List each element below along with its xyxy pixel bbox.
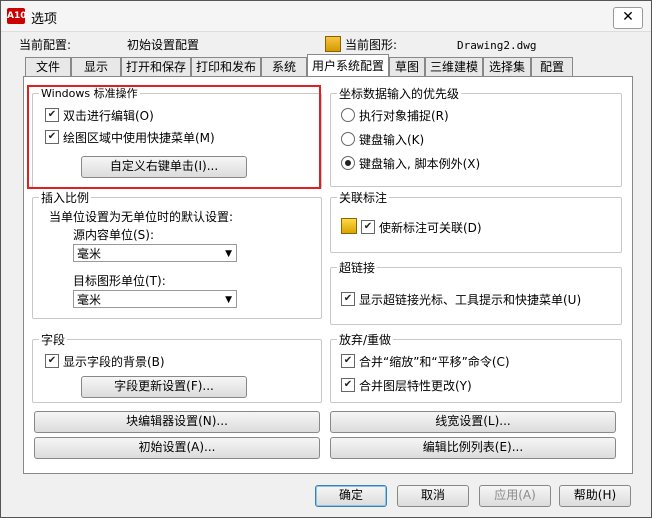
- fields-title: 字段: [39, 331, 68, 348]
- current-drawing-value: Drawing2.dwg: [457, 39, 537, 52]
- undo-redo-group: 放弃/重做 ✔ 合并“缩放”和“平移”命令(C) ✔ 合并图层特性更改(Y): [330, 331, 622, 403]
- close-button[interactable]: ✕: [613, 7, 643, 29]
- radio-running-osnap-label: 执行对象捕捉(R): [359, 109, 449, 123]
- insertion-scale-group: 插入比例 当单位设置为无单位时的默认设置: 源内容单位(S): 毫米 ▼ 目标图…: [32, 189, 322, 319]
- autocad-app-icon: A10: [7, 8, 27, 24]
- coordinate-priority-title: 坐标数据输入的优先级: [337, 85, 462, 102]
- undo-redo-title: 放弃/重做: [337, 331, 394, 348]
- tab-system[interactable]: 系统: [261, 57, 307, 76]
- current-config-label: 当前配置:: [19, 38, 72, 52]
- title-bar: A10 选项 ✕: [1, 1, 651, 32]
- hyperlink-display-label: 显示超链接光标、工具提示和快捷菜单(U): [359, 293, 582, 307]
- source-units-select[interactable]: 毫米 ▼: [73, 244, 237, 262]
- hyperlink-display-checkbox[interactable]: ✔: [341, 292, 355, 306]
- tab-drafting[interactable]: 草图: [389, 57, 425, 76]
- apply-button[interactable]: 应用(A): [479, 485, 551, 507]
- source-units-label: 源内容单位(S):: [73, 228, 155, 242]
- tab-selection[interactable]: 选择集: [483, 57, 531, 76]
- tab-profiles[interactable]: 配置: [531, 57, 573, 76]
- tab-user-preferences[interactable]: 用户系统配置: [307, 54, 389, 76]
- associative-dim-title: 关联标注: [337, 189, 390, 206]
- tab-plot-publish[interactable]: 打印和发布: [191, 57, 261, 76]
- insertion-scale-title: 插入比例: [39, 189, 92, 206]
- radio-keyboard-except-scripts[interactable]: [341, 156, 355, 170]
- radio-keyboard-except-scripts-label: 键盘输入, 脚本例外(X): [359, 157, 481, 171]
- target-units-label: 目标图形单位(T):: [73, 274, 166, 288]
- hyperlink-group: 超链接 ✔ 显示超链接光标、工具提示和快捷菜单(U): [330, 259, 622, 325]
- tab-files[interactable]: 文件: [25, 57, 71, 76]
- field-background-checkbox[interactable]: ✔: [45, 354, 59, 368]
- combine-layer-label: 合并图层特性更改(Y): [359, 379, 472, 393]
- cancel-button[interactable]: 取消: [397, 485, 469, 507]
- combine-zoom-pan-checkbox[interactable]: ✔: [341, 354, 355, 368]
- dimension-icon: [341, 218, 357, 234]
- fields-group: 字段 ✔ 显示字段的背景(B) 字段更新设置(F)...: [32, 331, 322, 403]
- close-icon: ✕: [622, 9, 634, 25]
- radio-running-osnap[interactable]: [341, 108, 355, 122]
- help-button[interactable]: 帮助(H): [559, 485, 631, 507]
- current-config-value: 初始设置配置: [127, 38, 200, 52]
- associative-dim-label: 使新标注可关联(D): [379, 221, 482, 235]
- highlight-box: [27, 85, 321, 189]
- target-units-value: 毫米: [77, 293, 102, 307]
- field-update-settings-button[interactable]: 字段更新设置(F)...: [81, 376, 247, 398]
- insertion-scale-desc: 当单位设置为无单位时的默认设置:: [49, 210, 234, 224]
- drawing-icon: [325, 36, 341, 52]
- hyperlink-title: 超链接: [337, 259, 378, 276]
- current-drawing-label: 当前图形:: [345, 38, 398, 52]
- block-editor-settings-button[interactable]: 块编辑器设置(N)...: [34, 411, 320, 433]
- source-units-value: 毫米: [77, 247, 102, 261]
- initial-setup-button[interactable]: 初始设置(A)...: [34, 437, 320, 459]
- tab-open-save[interactable]: 打开和保存: [121, 57, 191, 76]
- radio-keyboard-entry[interactable]: [341, 132, 355, 146]
- dropdown-arrow-icon: ▼: [225, 249, 232, 259]
- edit-scale-list-button[interactable]: 编辑比例列表(E)...: [330, 437, 616, 459]
- tab-3d-modeling[interactable]: 三维建模: [425, 57, 483, 76]
- window-title: 选项: [31, 12, 58, 27]
- field-background-label: 显示字段的背景(B): [63, 355, 165, 369]
- dropdown-arrow-icon: ▼: [225, 295, 232, 305]
- associative-dim-checkbox[interactable]: ✔: [361, 220, 375, 234]
- tab-display[interactable]: 显示: [71, 57, 121, 76]
- target-units-select[interactable]: 毫米 ▼: [73, 290, 237, 308]
- associative-dim-group: 关联标注 ✔ 使新标注可关联(D): [330, 189, 622, 253]
- lineweight-settings-button[interactable]: 线宽设置(L)...: [330, 411, 616, 433]
- coordinate-priority-group: 坐标数据输入的优先级 执行对象捕捉(R) 键盘输入(K) 键盘输入, 脚本例外(…: [330, 85, 622, 187]
- ok-button[interactable]: 确定: [315, 485, 387, 507]
- options-dialog: A10 选项 ✕ 当前配置: 初始设置配置 当前图形: Drawing2.dwg…: [0, 0, 652, 518]
- radio-keyboard-entry-label: 键盘输入(K): [359, 133, 425, 147]
- combine-zoom-pan-label: 合并“缩放”和“平移”命令(C): [359, 355, 510, 369]
- combine-layer-checkbox[interactable]: ✔: [341, 378, 355, 392]
